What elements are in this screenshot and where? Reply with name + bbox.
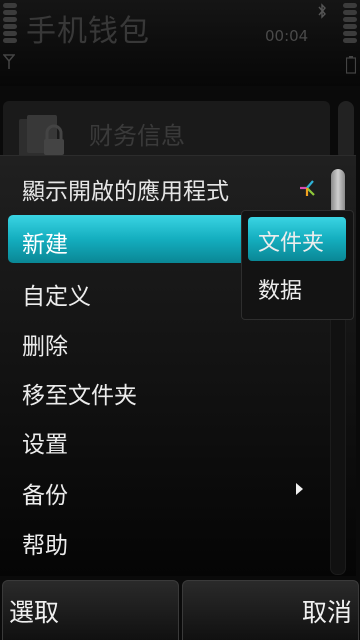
signal-strength-icon [3, 54, 15, 69]
new-submenu: 文件夹 数据 [241, 210, 354, 320]
submenu-item-label: 数据 [258, 279, 303, 304]
select-softkey-label: 選取 [9, 598, 60, 627]
signal-bars [3, 3, 17, 45]
menu-item-label: 备份 [22, 483, 68, 509]
select-softkey[interactable]: 選取 [2, 580, 179, 640]
submenu-item-label: 文件夹 [258, 231, 325, 256]
background-list-item-label: 财务信息 [89, 122, 185, 150]
menu-item-settings[interactable]: 设置 [8, 415, 328, 463]
cancel-softkey[interactable]: 取消 [182, 580, 359, 640]
locked-folder-icon [19, 115, 64, 157]
battery-bars [343, 3, 357, 45]
menu-item-move-to-folder[interactable]: 移至文件夹 [8, 366, 328, 414]
menu-item-label: 新建 [22, 232, 68, 258]
app-title: 手机钱包 [26, 14, 150, 49]
menu-item-label: 删除 [22, 334, 68, 360]
menu-header[interactable]: 顯示開啟的應用程式 [22, 172, 229, 206]
clock: 00:04 [265, 27, 309, 45]
submenu-item-data[interactable]: 数据 [248, 265, 346, 309]
cancel-softkey-label: 取消 [301, 598, 352, 627]
menu-item-label: 移至文件夹 [22, 383, 137, 409]
menu-item-label: 设置 [22, 432, 68, 458]
submenu-arrow-icon [296, 483, 303, 495]
task-switch-icon[interactable] [296, 177, 318, 199]
menu-item-delete[interactable]: 删除 [8, 317, 328, 365]
background-scrollbar [338, 101, 354, 161]
menu-item-label: 帮助 [22, 533, 68, 559]
menu-item-backup[interactable]: 备份 [8, 466, 328, 514]
bluetooth-icon [318, 3, 326, 19]
submenu-item-folder[interactable]: 文件夹 [248, 217, 346, 261]
menu-item-label: 自定义 [22, 284, 91, 310]
menu-item-help[interactable]: 帮助 [8, 516, 328, 564]
status-bar: 手机钱包 00:04 [0, 0, 360, 86]
background-list-item: 财务信息 [3, 101, 330, 163]
battery-icon [346, 56, 356, 74]
screen: 手机钱包 00:04 财务信息 顯示開啟的應用程式 新建 自定义 删除 移至文件… [0, 0, 360, 640]
